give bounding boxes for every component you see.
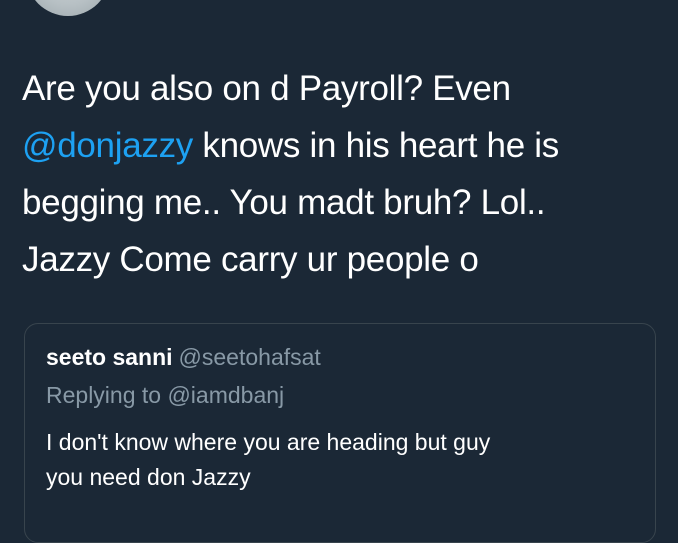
user-avatar[interactable]	[26, 0, 110, 16]
quoted-author-name: seeto sanni	[46, 344, 173, 370]
mention-link-donjazzy[interactable]: @donjazzy	[22, 126, 193, 165]
quoted-tweet-body: I don't know where you are heading but g…	[46, 425, 636, 495]
tweet-text-segment: Are you also on d Payroll? Even	[22, 69, 511, 108]
quoted-tweet-card[interactable]: seeto sanni @seetohafsat Replying to @iam…	[24, 323, 656, 543]
tweet-text-segment: Jazzy Come carry ur people o	[22, 240, 479, 279]
tweet-line: @donjazzy knows in his heart he is	[22, 117, 658, 174]
tweet-text-segment: knows in his heart he is	[192, 126, 559, 165]
quoted-author-handle: @seetohafsat	[178, 344, 321, 370]
quoted-tweet-header: seeto sanni @seetohafsat	[46, 344, 321, 371]
tweet-line: Jazzy Come carry ur people o	[22, 231, 658, 288]
quoted-tweet-line: I don't know where you are heading but g…	[46, 429, 491, 455]
tweet-line: Are you also on d Payroll? Even	[22, 60, 658, 117]
replying-to-label: Replying to @iamdbanj	[46, 382, 285, 408]
tweet-text-segment: begging me.. You madt bruh? Lol..	[22, 183, 546, 222]
tweet-text: Are you also on d Payroll? Even @donjazz…	[22, 60, 658, 288]
tweet-line: begging me.. You madt bruh? Lol..	[22, 174, 658, 231]
quoted-tweet-line: you need don Jazzy	[46, 464, 251, 490]
